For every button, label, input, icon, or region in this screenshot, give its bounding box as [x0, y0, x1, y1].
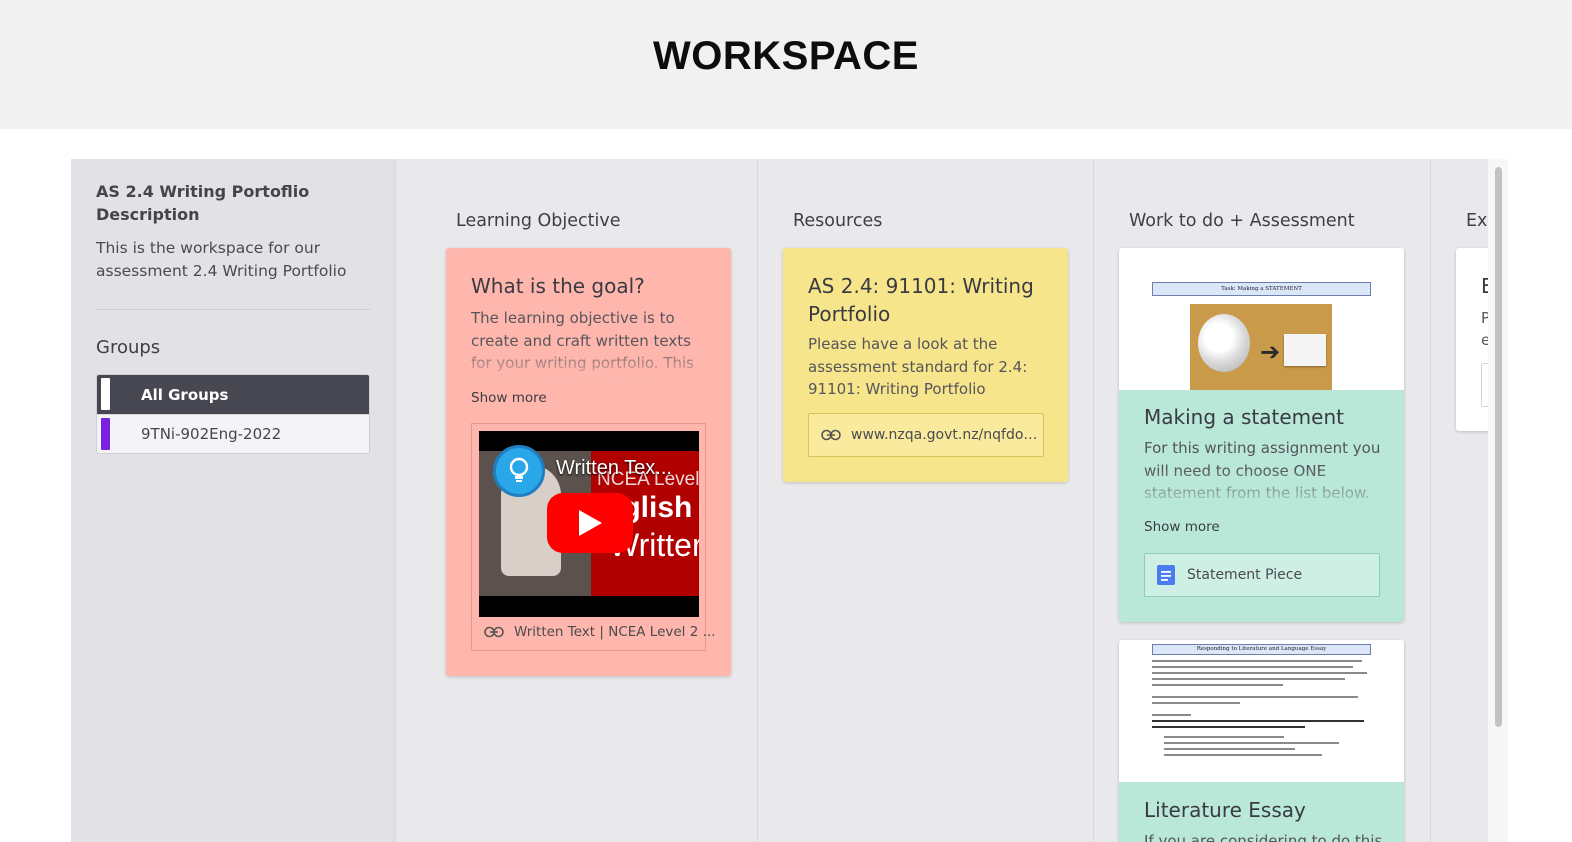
- column-title: Resources: [793, 211, 883, 231]
- card-literature-essay[interactable]: Responding to Literature and Language Es…: [1119, 640, 1404, 842]
- column-exe: Exe E P e: [1430, 159, 1488, 842]
- card-partial[interactable]: E P e: [1456, 248, 1488, 431]
- link-icon: [484, 626, 504, 638]
- arrow-right-icon: ➔: [1260, 338, 1281, 366]
- fade-overlay: [1144, 469, 1384, 511]
- divider: [96, 309, 371, 310]
- group-list: All Groups 9TNi-902Eng-2022: [96, 374, 370, 454]
- resource-link-text: www.nzqa.govt.nz/nqfdoc...: [851, 427, 1043, 443]
- card-title: AS 2.4: 91101: Writing Portfolio: [808, 274, 1034, 326]
- workspace-board: AS 2.4 Writing Portoflio Description Thi…: [71, 159, 1488, 842]
- thumbnail-heading: Responding to Literature and Language Es…: [1152, 644, 1371, 655]
- sidebar: AS 2.4 Writing Portoflio Description Thi…: [71, 159, 395, 842]
- column-title: Learning Objective: [456, 211, 621, 231]
- card-body: For this writing assignment you will nee…: [1144, 437, 1384, 511]
- card-body-text: The learning objective is to create and …: [471, 309, 694, 383]
- group-item-9tni[interactable]: 9TNi-902Eng-2022: [97, 414, 369, 453]
- video-thumbnail[interactable]: NCEA Level nglish Writter Written Tex...: [479, 431, 699, 617]
- attachment-label: Statement Piece: [1187, 567, 1303, 583]
- column-resources: Resources AS 2.4: 91101: Writing Portfol…: [757, 159, 1093, 842]
- paper-sheet: [1284, 334, 1326, 366]
- card-attachment[interactable]: [1481, 363, 1488, 407]
- fade-overlay: [471, 343, 711, 383]
- play-icon[interactable]: [547, 493, 633, 553]
- resource-link[interactable]: www.nzqa.govt.nz/nqfdoc...: [808, 413, 1044, 457]
- video-embed[interactable]: NCEA Level nglish Writter Written Tex...…: [471, 423, 715, 651]
- column-work-assessment: Work to do + Assessment Task: Making a S…: [1093, 159, 1430, 842]
- group-label: 9TNi-902Eng-2022: [141, 425, 282, 443]
- card-body: If you are considering to do this: [1144, 832, 1383, 842]
- lightbulb-icon: [493, 445, 545, 497]
- thumbnail-text-lines: [1152, 660, 1371, 760]
- groups-heading: Groups: [96, 337, 161, 358]
- card-title: E: [1481, 274, 1488, 298]
- group-label: All Groups: [141, 385, 229, 404]
- page-title: WORKSPACE: [653, 34, 919, 78]
- crumpled-paper: [1198, 314, 1250, 372]
- group-item-all-groups[interactable]: All Groups: [97, 375, 369, 414]
- card-title: Making a statement: [1144, 405, 1344, 429]
- google-doc-icon: [1157, 565, 1175, 585]
- column-learning-objective: Learning Objective What is the goal? The…: [395, 159, 757, 842]
- page-header: WORKSPACE: [0, 0, 1572, 129]
- card-as24[interactable]: AS 2.4: 91101: Writing Portfolio Please …: [783, 248, 1068, 482]
- group-color-swatch: [101, 378, 110, 410]
- video-title: Written Tex...: [556, 457, 672, 479]
- show-more-link[interactable]: Show more: [471, 390, 547, 406]
- card-making-statement[interactable]: Task: Making a STATEMENT ➔ Making a stat…: [1119, 248, 1404, 622]
- card-title: What is the goal?: [471, 274, 645, 298]
- video-link[interactable]: Written Text | NCEA Level 2 ...: [484, 624, 715, 640]
- card-body: P e: [1481, 309, 1488, 349]
- statement-thumbnail[interactable]: Task: Making a STATEMENT ➔: [1119, 248, 1404, 390]
- card-title: Literature Essay: [1144, 798, 1306, 822]
- video-link-text: Written Text | NCEA Level 2 ...: [514, 624, 716, 640]
- essay-thumbnail[interactable]: Responding to Literature and Language Es…: [1119, 640, 1404, 782]
- workspace-title: AS 2.4 Writing Portoflio Description: [96, 182, 310, 224]
- column-title: Exe: [1466, 211, 1488, 231]
- column-title: Work to do + Assessment: [1129, 211, 1355, 231]
- workspace-description: This is the workspace for our assessment…: [96, 239, 347, 280]
- card-body: Please have a look at the assessment sta…: [808, 335, 1028, 398]
- show-more-link[interactable]: Show more: [1144, 519, 1220, 535]
- scrollbar-thumb[interactable]: [1495, 167, 1502, 727]
- card-body: The learning objective is to create and …: [471, 307, 711, 383]
- group-color-swatch: [101, 418, 110, 450]
- attachment-statement-piece[interactable]: Statement Piece: [1144, 553, 1380, 597]
- thumbnail-heading: Task: Making a STATEMENT: [1152, 282, 1371, 296]
- link-icon: [821, 429, 841, 441]
- card-goal[interactable]: What is the goal? The learning objective…: [446, 248, 731, 676]
- thumbnail-image: ➔: [1190, 304, 1332, 390]
